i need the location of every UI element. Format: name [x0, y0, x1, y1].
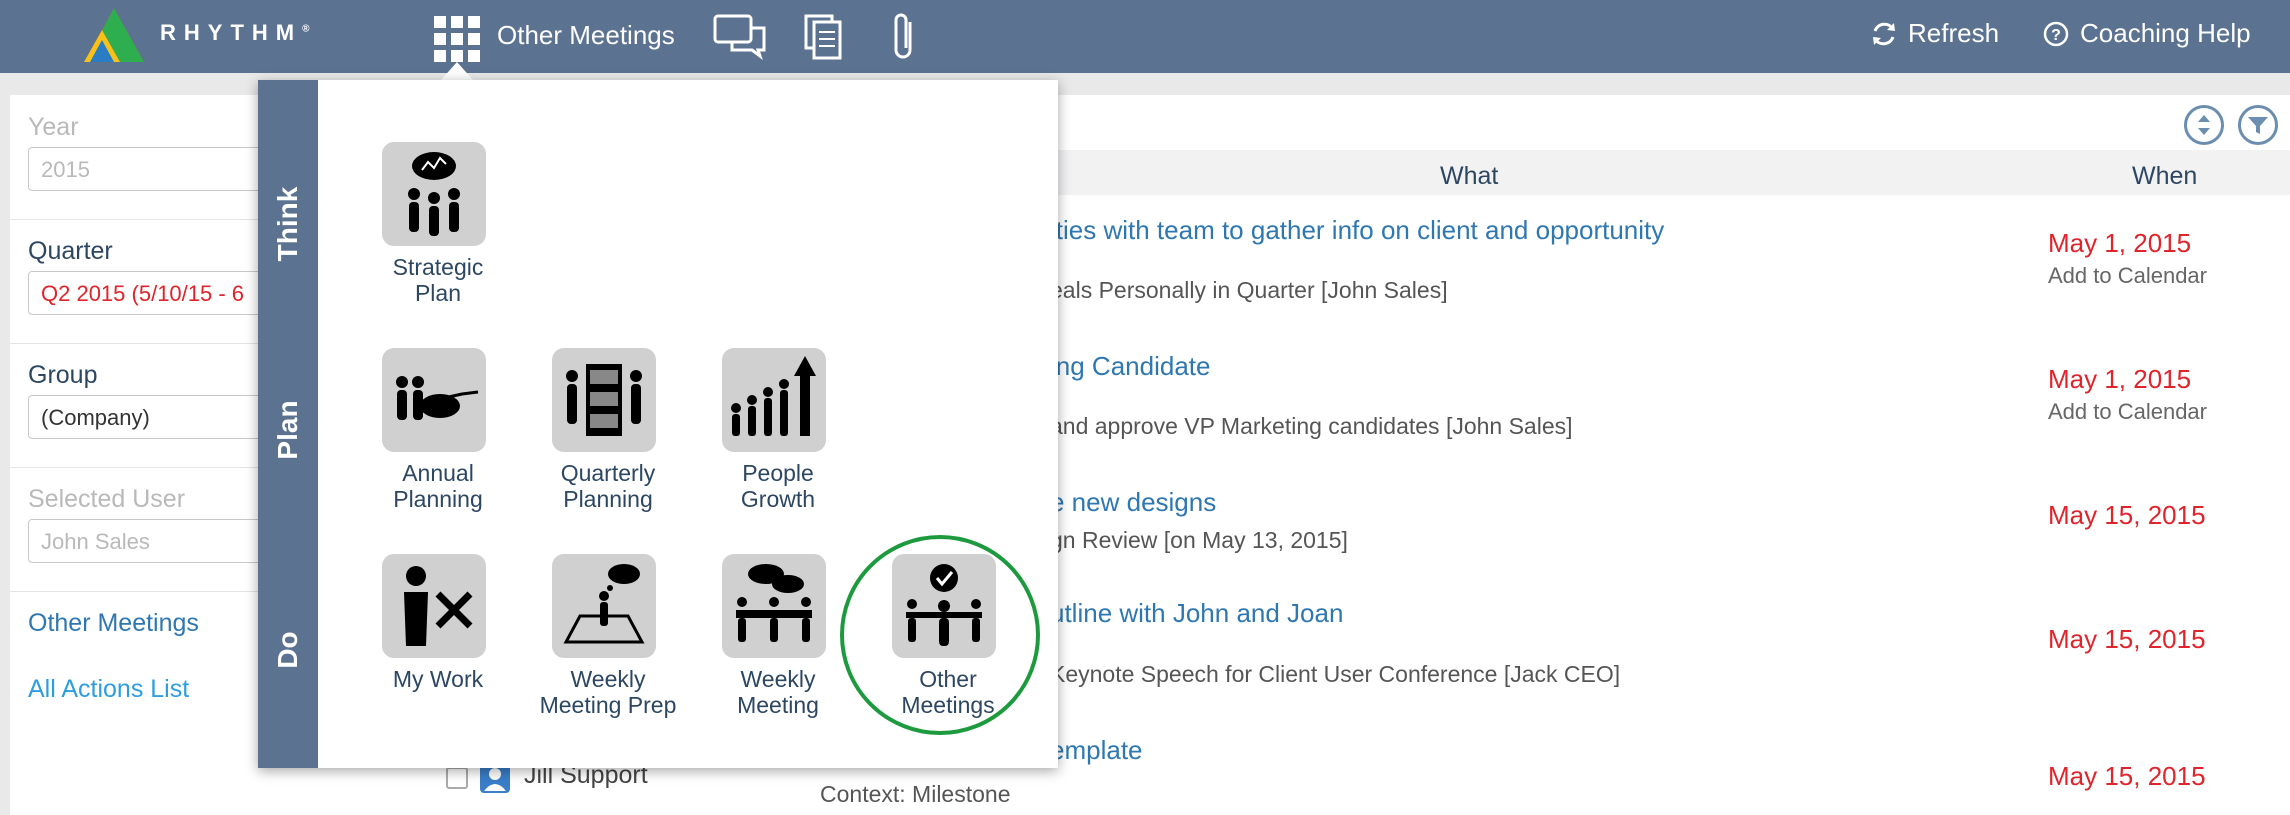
weekly-meeting-label[interactable]: Weekly Meeting	[698, 666, 858, 718]
sort-icon	[2198, 115, 2210, 135]
weekly-meeting-tile[interactable]	[722, 554, 826, 658]
refresh-button[interactable]: Refresh	[1870, 18, 1999, 49]
tile-label-line: Weekly	[570, 666, 646, 692]
due-date: May 15, 2015	[2048, 500, 2206, 530]
apps-grid-icon[interactable]	[434, 16, 480, 62]
people-growth-icon	[731, 356, 816, 436]
action-context: Context: Milestone	[820, 781, 1011, 807]
tile-label-line: Strategic	[392, 254, 484, 280]
chat-icon[interactable]	[712, 12, 768, 62]
help-circle-icon: ?	[2043, 21, 2069, 46]
sort-toggle-button[interactable]	[2184, 105, 2224, 145]
action-context: Keynote Speech for Client User Conferenc…	[1050, 661, 1621, 687]
my-work-tile[interactable]	[382, 554, 486, 658]
filter-icon	[2248, 117, 2268, 134]
section-label-plan: Plan	[272, 400, 303, 460]
column-header-when[interactable]: When	[2132, 162, 2197, 191]
coaching-help-button[interactable]: ? Coaching Help	[2042, 18, 2251, 49]
strategic-plan-label[interactable]: Strategic Plan	[358, 254, 518, 306]
section-label-do: Do	[272, 631, 303, 669]
tile-label-line: Planning	[393, 486, 483, 512]
row-checkbox[interactable]	[446, 767, 468, 789]
due-date: May 1, 2015	[2048, 364, 2192, 394]
group-label: Group	[28, 361, 98, 389]
selected-user-label: Selected User	[28, 485, 186, 513]
refresh-icon	[1873, 22, 1895, 45]
brand-text: RHYTHM	[160, 20, 303, 45]
tile-label-line: Quarterly	[560, 460, 656, 486]
due-date: May 15, 2015	[2048, 624, 2206, 654]
strategic-plan-tile[interactable]	[382, 142, 486, 246]
annual-planning-icon	[396, 376, 479, 420]
strategic-plan-icon	[408, 152, 460, 236]
column-header-what[interactable]: What	[1440, 162, 1498, 191]
my-work-icon	[404, 566, 473, 646]
tile-label-line: Annual	[402, 460, 474, 486]
action-title-link[interactable]: ing Candidate	[1050, 351, 1210, 382]
add-to-calendar-link[interactable]: Add to Calendar	[2048, 399, 2207, 425]
svg-text:?: ?	[2051, 27, 2061, 44]
documents-icon[interactable]	[800, 12, 856, 62]
people-growth-tile[interactable]	[722, 348, 826, 452]
due-date: May 1, 2015	[2048, 228, 2192, 258]
section-label-think: Think	[272, 186, 303, 262]
action-context: eals Personally in Quarter [John Sales]	[1050, 277, 1448, 303]
paperclip-icon[interactable]	[880, 12, 936, 62]
tile-label-line: People	[742, 460, 814, 486]
tile-label-line: Planning	[563, 486, 653, 512]
quarter-label: Quarter	[28, 237, 113, 265]
refresh-label: Refresh	[1908, 18, 2000, 48]
annual-planning-tile[interactable]	[382, 348, 486, 452]
tile-label-line: Meeting	[737, 692, 819, 718]
other-meetings-link[interactable]: Other Meetings	[28, 609, 199, 638]
action-title-link[interactable]: ities with team to gather info on client…	[1050, 215, 1664, 246]
tile-label-line: Weekly	[740, 666, 816, 692]
action-title-link[interactable]: utline with John and Joan	[1050, 598, 1343, 629]
quarterly-planning-tile[interactable]	[552, 348, 656, 452]
people-growth-label[interactable]: People Growth	[698, 460, 858, 512]
weekly-meeting-prep-icon	[563, 564, 645, 644]
quarterly-planning-icon	[566, 364, 642, 436]
brand-name: RHYTHM®	[160, 20, 309, 46]
tile-label-line: Growth	[740, 486, 816, 512]
action-context: gn Review [on May 13, 2015]	[1050, 527, 1348, 553]
tile-label-line: Meeting Prep	[539, 692, 677, 718]
current-menu-title[interactable]: Other Meetings	[497, 20, 675, 51]
action-title-link[interactable]: e new designs	[1050, 487, 1216, 518]
due-date: May 15, 2015	[2048, 761, 2206, 791]
coaching-help-label: Coaching Help	[2080, 18, 2251, 48]
weekly-meeting-icon	[736, 564, 812, 642]
add-to-calendar-link[interactable]: Add to Calendar	[2048, 263, 2207, 289]
filter-button[interactable]	[2238, 105, 2278, 145]
tile-label-line: My Work	[392, 666, 484, 692]
tile-label-line: Plan	[414, 280, 462, 306]
action-context: and approve VP Marketing candidates [Joh…	[1050, 413, 1573, 439]
dropdown-section-rail: Think Plan Do	[258, 80, 318, 768]
weekly-meeting-prep-label[interactable]: Weekly Meeting Prep	[528, 666, 688, 718]
dropdown-caret	[441, 62, 473, 80]
annual-planning-label[interactable]: Annual Planning	[358, 460, 518, 512]
quarterly-planning-label[interactable]: Quarterly Planning	[528, 460, 688, 512]
brand-reg: ®	[302, 23, 310, 35]
action-title-link[interactable]: emplate	[1050, 735, 1143, 766]
weekly-meeting-prep-tile[interactable]	[552, 554, 656, 658]
top-bar: RHYTHM® Other Meetings Refresh ? Coachin…	[0, 0, 2290, 73]
year-label: Year	[28, 113, 79, 141]
all-actions-list-link[interactable]: All Actions List	[28, 675, 189, 704]
my-work-label[interactable]: My Work	[358, 666, 518, 692]
rhythm-logo-icon[interactable]	[80, 6, 148, 66]
selected-item-highlight-ring	[840, 535, 1040, 735]
